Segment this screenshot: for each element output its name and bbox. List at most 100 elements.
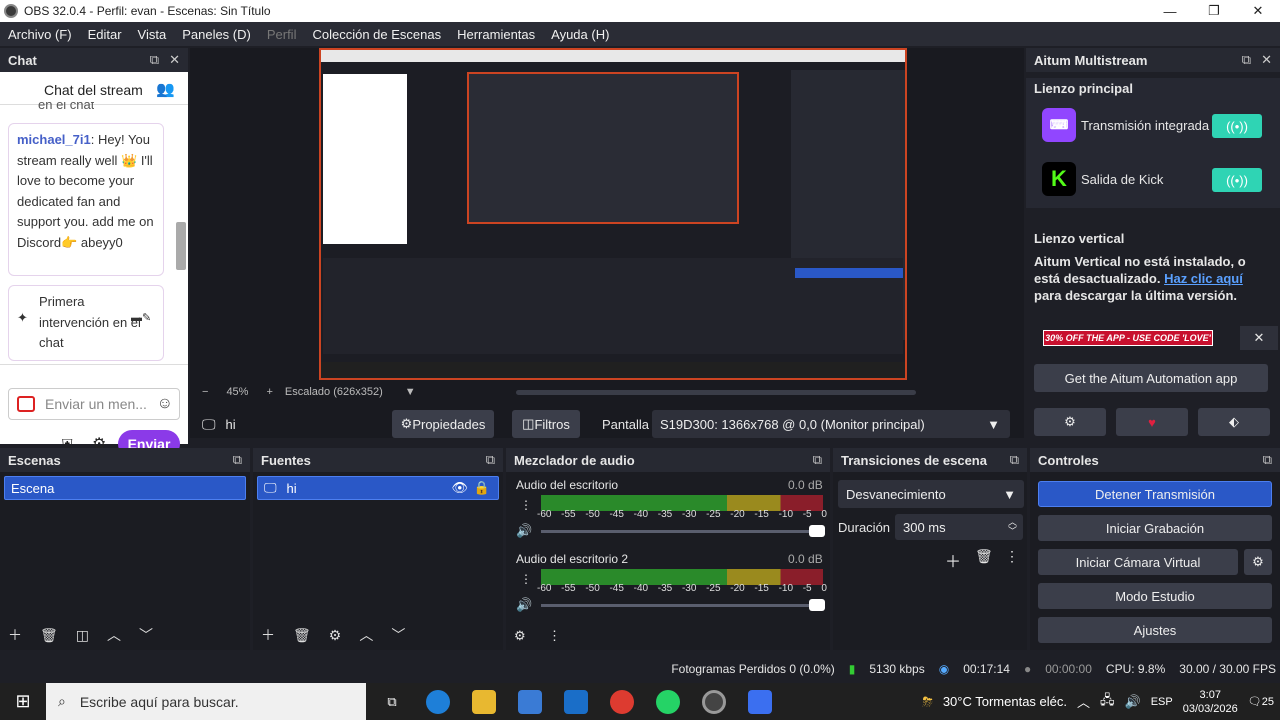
advanced-audio-icon[interactable]: ⚙ [514,628,526,644]
transitions-dock: Transiciones de escena ⧉ Desvanecimiento ▼… [833,448,1027,650]
transition-select[interactable]: Desvanecimiento ▼ [838,480,1024,508]
heart-icon[interactable]: ♥ [1116,408,1188,436]
menu-ayuda[interactable]: Ayuda (H) [543,27,617,42]
file-explorer-icon[interactable] [472,689,496,714]
preview-canvas[interactable] [319,48,907,380]
float-icon[interactable]: ⧉ [150,52,159,68]
speaker-icon[interactable]: 🔊 [516,597,532,613]
whatsapp-icon[interactable] [656,689,680,714]
more-icon[interactable]: ⋮ [1005,548,1019,565]
filter-icon[interactable]: ◫ [76,627,89,644]
minimize-button[interactable]: — [1148,0,1192,22]
cpu-usage: CPU: 9.8% [1105,662,1166,676]
more-icon[interactable]: ⋮ [520,498,532,512]
gear-icon[interactable]: ⚙ [329,627,342,644]
add-icon[interactable]: ＋ [8,625,22,645]
source-item[interactable]: 🖵 hi 👁 🔒 [257,476,499,500]
pin-icon[interactable]: ▬✎ [131,308,151,329]
notifications-icon[interactable]: 🗨25 [1248,695,1274,708]
chat-username[interactable]: michael_7i1 [17,132,91,147]
volume-slider[interactable] [541,599,825,611]
zoom-out-button[interactable]: − [202,386,208,398]
obs-icon[interactable] [702,689,726,714]
zoom-in-button[interactable]: + [266,386,272,398]
maximize-button[interactable]: ❐ [1192,0,1236,22]
download-link[interactable]: Haz clic aquí [1164,271,1243,286]
menu-archivo[interactable]: Archivo (F) [0,27,80,42]
menu-editar[interactable]: Editar [80,27,130,42]
float-icon[interactable]: ⧉ [233,452,242,468]
kick-stream-toggle[interactable]: ((•)) [1212,168,1262,192]
taskbar-search[interactable]: ⌕ Escribe aquí para buscar. [46,683,366,720]
clock[interactable]: 3:07 03/03/2026 [1183,688,1238,716]
volume-slider[interactable] [541,525,825,537]
start-virtual-camera-button[interactable]: Iniciar Cámara Virtual [1038,549,1238,575]
scene-item[interactable]: Escena [4,476,246,500]
duration-spinbox[interactable]: 300 ms ︿ ﹀ [895,514,1023,540]
aitum-dock-title: Aitum Multistream ⧉ ✕ [1026,48,1280,72]
close-icon[interactable]: ✕ [1261,52,1272,68]
close-promo-button[interactable]: ✕ [1240,326,1278,350]
menu-herramientas[interactable]: Herramientas [449,27,543,42]
properties-button[interactable]: ⚙ Propiedades [392,410,494,438]
twitch-stream-toggle[interactable]: ((•)) [1212,114,1262,138]
promo-banner[interactable]: 30% OFF THE APP - USE CODE 'LOVE' [1043,330,1213,346]
outlook-icon[interactable] [564,689,588,714]
close-icon[interactable]: ✕ [169,52,180,68]
more-icon[interactable]: ⋮ [548,628,561,644]
chrome-icon[interactable] [610,689,634,714]
chat-input[interactable]: Enviar un men... ☺ [8,388,180,420]
add-icon[interactable]: ＋ [261,625,275,645]
chevron-down-icon[interactable]: ﹀ [139,625,153,645]
spin-arrows-icon[interactable]: ︿ ﹀ [1008,518,1017,536]
chevron-down-icon[interactable]: ▼ [405,386,416,398]
store-icon[interactable] [518,689,542,714]
add-icon[interactable]: ＋ [945,548,961,572]
emoji-icon[interactable]: ☺ [157,395,173,413]
start-recording-button[interactable]: Iniciar Grabación [1038,515,1272,541]
weather[interactable]: 30°C Tormentas eléc. [943,694,1067,709]
close-button[interactable]: ✕ [1236,0,1280,22]
float-icon[interactable]: ⧉ [813,452,822,468]
float-icon[interactable]: ⧉ [1010,452,1019,468]
users-icon[interactable]: 👥 [156,80,175,98]
float-icon[interactable]: ⧉ [486,452,495,468]
display-select[interactable]: S19D300: 1366x768 @ 0,0 (Monitor princip… [652,410,1010,438]
settings-button[interactable]: Ajustes [1038,617,1272,643]
chat-scrollbar[interactable] [176,112,186,352]
edge-icon[interactable] [426,689,450,714]
studio-mode-button[interactable]: Modo Estudio [1038,583,1272,609]
eye-icon[interactable]: 👁 [451,480,468,496]
task-view-icon[interactable]: ⧉ [380,690,404,714]
get-aitum-app-button[interactable]: Get the Aitum Automation app [1034,364,1268,392]
language[interactable]: ESP [1151,696,1173,708]
stop-stream-button[interactable]: Detener Transmisión [1038,481,1272,507]
sources-footer: ＋ 🗑 ⚙ ︿ ﹀ [253,622,405,648]
gear-icon[interactable]: ⚙ [1034,408,1106,436]
gear-icon[interactable]: ⚙ [1244,549,1272,575]
lock-icon[interactable]: 🔒 [474,480,490,496]
windows-start-icon[interactable]: ⊞ [0,691,46,712]
network-icon[interactable]: 🖧 [1100,691,1115,713]
app-icon[interactable] [748,689,772,714]
menu-vista[interactable]: Vista [130,27,175,42]
more-icon[interactable]: ⋮ [520,572,532,586]
chevron-down-icon[interactable]: ﹀ [391,625,405,645]
chevron-up-icon[interactable]: ︿ [359,625,373,645]
trash-icon[interactable]: 🗑 [40,627,58,644]
float-icon[interactable]: ⧉ [1263,452,1272,468]
chevron-up-icon[interactable]: ︿ [107,625,121,645]
volume-icon[interactable]: 🔊 [1125,694,1141,710]
float-icon[interactable]: ⧉ [1242,52,1251,68]
chevron-up-icon[interactable]: ︿ [1077,692,1090,711]
discord-icon[interactable]: ⬖ [1198,408,1270,436]
speaker-icon[interactable]: 🔊 [516,523,532,539]
filters-button[interactable]: ◫ Filtros [512,410,580,438]
trash-icon[interactable]: 🗑 [975,548,993,565]
menu-perfil[interactable]: Perfil [259,27,305,42]
menu-coleccion[interactable]: Colección de Escenas [304,27,449,42]
mixer-title: Mezclador de audio [514,452,635,468]
preview-scrollbar[interactable] [515,389,916,395]
menu-paneles[interactable]: Paneles (D) [174,27,259,42]
trash-icon[interactable]: 🗑 [293,627,311,644]
